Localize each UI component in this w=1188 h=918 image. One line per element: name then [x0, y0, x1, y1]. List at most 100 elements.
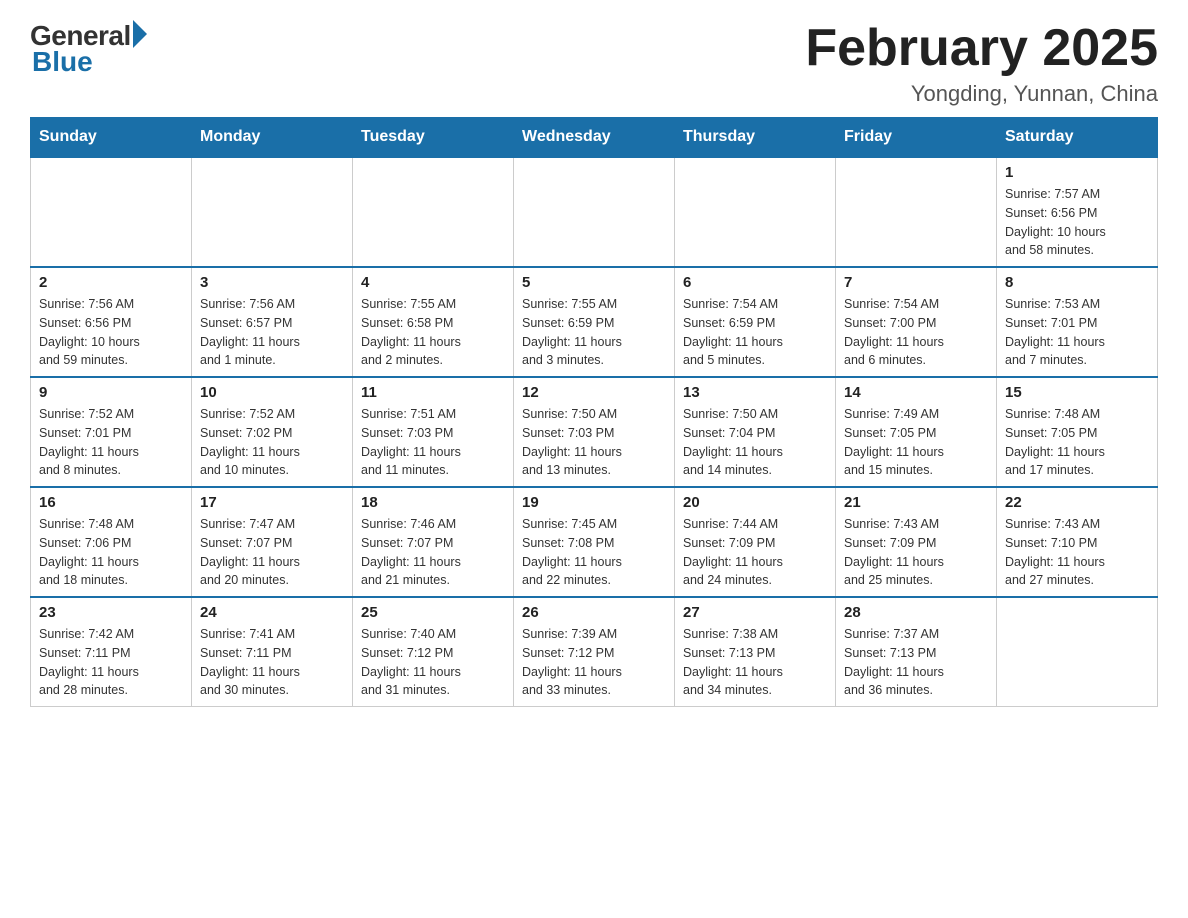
week-row-1: 1Sunrise: 7:57 AMSunset: 6:56 PMDaylight…: [31, 157, 1158, 267]
calendar-cell: 24 Sunrise: 7:41 AMSunset: 7:11 PMDayligh…: [192, 597, 353, 707]
day-number: 7: [844, 274, 988, 291]
calendar-cell: 23 Sunrise: 7:42 AMSunset: 7:11 PMDayligh…: [31, 597, 192, 707]
day-number: 23: [39, 604, 183, 621]
weekday-header-monday: Monday: [192, 118, 353, 158]
calendar-cell: 7 Sunrise: 7:54 AMSunset: 7:00 PMDaylight…: [836, 267, 997, 377]
calendar-cell: [514, 157, 675, 267]
weekday-header-friday: Friday: [836, 118, 997, 158]
calendar-cell: 25 Sunrise: 7:40 AMSunset: 7:12 PMDayligh…: [353, 597, 514, 707]
calendar-cell: 11 Sunrise: 7:51 AMSunset: 7:03 PMDayligh…: [353, 377, 514, 487]
day-info: Sunrise: 7:44 AMSunset: 7:09 PMDaylight:…: [683, 515, 827, 590]
day-info: Sunrise: 7:52 AMSunset: 7:01 PMDaylight:…: [39, 405, 183, 480]
calendar-cell: 13 Sunrise: 7:50 AMSunset: 7:04 PMDayligh…: [675, 377, 836, 487]
day-number: 19: [522, 494, 666, 511]
day-info: Sunrise: 7:50 AMSunset: 7:04 PMDaylight:…: [683, 405, 827, 480]
calendar-cell: 1Sunrise: 7:57 AMSunset: 6:56 PMDaylight…: [997, 157, 1158, 267]
day-info: Sunrise: 7:56 AMSunset: 6:56 PMDaylight:…: [39, 295, 183, 370]
day-info: Sunrise: 7:52 AMSunset: 7:02 PMDaylight:…: [200, 405, 344, 480]
day-number: 22: [1005, 494, 1149, 511]
day-number: 3: [200, 274, 344, 291]
calendar-cell: [192, 157, 353, 267]
day-number: 24: [200, 604, 344, 621]
day-number: 4: [361, 274, 505, 291]
weekday-header-saturday: Saturday: [997, 118, 1158, 158]
day-number: 13: [683, 384, 827, 401]
calendar-cell: 27 Sunrise: 7:38 AMSunset: 7:13 PMDayligh…: [675, 597, 836, 707]
day-info: Sunrise: 7:57 AMSunset: 6:56 PMDaylight:…: [1005, 185, 1149, 260]
calendar-cell: [353, 157, 514, 267]
calendar-cell: 17 Sunrise: 7:47 AMSunset: 7:07 PMDayligh…: [192, 487, 353, 597]
day-number: 28: [844, 604, 988, 621]
calendar-cell: [836, 157, 997, 267]
week-row-4: 16 Sunrise: 7:48 AMSunset: 7:06 PMDayligh…: [31, 487, 1158, 597]
calendar-cell: 22 Sunrise: 7:43 AMSunset: 7:10 PMDayligh…: [997, 487, 1158, 597]
calendar-cell: 5Sunrise: 7:55 AMSunset: 6:59 PMDaylight…: [514, 267, 675, 377]
calendar-cell: 6 Sunrise: 7:54 AMSunset: 6:59 PMDaylight…: [675, 267, 836, 377]
day-info: Sunrise: 7:54 AMSunset: 6:59 PMDaylight:…: [683, 295, 827, 370]
day-number: 5: [522, 274, 666, 291]
calendar-cell: 26Sunrise: 7:39 AMSunset: 7:12 PMDayligh…: [514, 597, 675, 707]
calendar-title: February 2025: [805, 20, 1158, 77]
day-info: Sunrise: 7:53 AMSunset: 7:01 PMDaylight:…: [1005, 295, 1149, 370]
day-number: 27: [683, 604, 827, 621]
day-info: Sunrise: 7:55 AMSunset: 6:58 PMDaylight:…: [361, 295, 505, 370]
day-info: Sunrise: 7:49 AMSunset: 7:05 PMDaylight:…: [844, 405, 988, 480]
day-info: Sunrise: 7:54 AMSunset: 7:00 PMDaylight:…: [844, 295, 988, 370]
weekday-header-row: SundayMondayTuesdayWednesdayThursdayFrid…: [31, 118, 1158, 158]
day-number: 11: [361, 384, 505, 401]
logo-blue-text: Blue: [32, 46, 93, 78]
day-info: Sunrise: 7:51 AMSunset: 7:03 PMDaylight:…: [361, 405, 505, 480]
calendar-subtitle: Yongding, Yunnan, China: [805, 81, 1158, 107]
day-info: Sunrise: 7:46 AMSunset: 7:07 PMDaylight:…: [361, 515, 505, 590]
calendar-cell: 4 Sunrise: 7:55 AMSunset: 6:58 PMDaylight…: [353, 267, 514, 377]
day-info: Sunrise: 7:47 AMSunset: 7:07 PMDaylight:…: [200, 515, 344, 590]
day-number: 17: [200, 494, 344, 511]
weekday-header-sunday: Sunday: [31, 118, 192, 158]
day-number: 15: [1005, 384, 1149, 401]
day-number: 18: [361, 494, 505, 511]
day-number: 26: [522, 604, 666, 621]
day-info: Sunrise: 7:37 AMSunset: 7:13 PMDaylight:…: [844, 625, 988, 700]
day-number: 16: [39, 494, 183, 511]
calendar-cell: 3 Sunrise: 7:56 AMSunset: 6:57 PMDaylight…: [192, 267, 353, 377]
week-row-2: 2 Sunrise: 7:56 AMSunset: 6:56 PMDaylight…: [31, 267, 1158, 377]
calendar-cell: [31, 157, 192, 267]
logo: General Blue: [30, 20, 147, 78]
calendar-table: SundayMondayTuesdayWednesdayThursdayFrid…: [30, 117, 1158, 707]
week-row-3: 9 Sunrise: 7:52 AMSunset: 7:01 PMDaylight…: [31, 377, 1158, 487]
day-info: Sunrise: 7:43 AMSunset: 7:09 PMDaylight:…: [844, 515, 988, 590]
day-info: Sunrise: 7:48 AMSunset: 7:06 PMDaylight:…: [39, 515, 183, 590]
calendar-cell: [675, 157, 836, 267]
day-number: 9: [39, 384, 183, 401]
calendar-cell: [997, 597, 1158, 707]
day-info: Sunrise: 7:48 AMSunset: 7:05 PMDaylight:…: [1005, 405, 1149, 480]
calendar-cell: 2 Sunrise: 7:56 AMSunset: 6:56 PMDaylight…: [31, 267, 192, 377]
calendar-cell: 10Sunrise: 7:52 AMSunset: 7:02 PMDayligh…: [192, 377, 353, 487]
day-info: Sunrise: 7:42 AMSunset: 7:11 PMDaylight:…: [39, 625, 183, 700]
weekday-header-thursday: Thursday: [675, 118, 836, 158]
day-info: Sunrise: 7:40 AMSunset: 7:12 PMDaylight:…: [361, 625, 505, 700]
day-info: Sunrise: 7:38 AMSunset: 7:13 PMDaylight:…: [683, 625, 827, 700]
logo-arrow-icon: [133, 20, 147, 48]
day-number: 12: [522, 384, 666, 401]
weekday-header-tuesday: Tuesday: [353, 118, 514, 158]
day-number: 6: [683, 274, 827, 291]
page-header: General Blue February 2025 Yongding, Yun…: [30, 20, 1158, 107]
calendar-cell: 21Sunrise: 7:43 AMSunset: 7:09 PMDayligh…: [836, 487, 997, 597]
day-info: Sunrise: 7:43 AMSunset: 7:10 PMDaylight:…: [1005, 515, 1149, 590]
day-info: Sunrise: 7:56 AMSunset: 6:57 PMDaylight:…: [200, 295, 344, 370]
day-number: 20: [683, 494, 827, 511]
calendar-cell: 16 Sunrise: 7:48 AMSunset: 7:06 PMDayligh…: [31, 487, 192, 597]
calendar-cell: 20 Sunrise: 7:44 AMSunset: 7:09 PMDayligh…: [675, 487, 836, 597]
calendar-cell: 15 Sunrise: 7:48 AMSunset: 7:05 PMDayligh…: [997, 377, 1158, 487]
calendar-cell: 18 Sunrise: 7:46 AMSunset: 7:07 PMDayligh…: [353, 487, 514, 597]
calendar-cell: 14Sunrise: 7:49 AMSunset: 7:05 PMDayligh…: [836, 377, 997, 487]
day-number: 2: [39, 274, 183, 291]
day-number: 8: [1005, 274, 1149, 291]
calendar-cell: 12 Sunrise: 7:50 AMSunset: 7:03 PMDayligh…: [514, 377, 675, 487]
day-info: Sunrise: 7:45 AMSunset: 7:08 PMDaylight:…: [522, 515, 666, 590]
day-info: Sunrise: 7:50 AMSunset: 7:03 PMDaylight:…: [522, 405, 666, 480]
day-number: 25: [361, 604, 505, 621]
day-info: Sunrise: 7:41 AMSunset: 7:11 PMDaylight:…: [200, 625, 344, 700]
title-section: February 2025 Yongding, Yunnan, China: [805, 20, 1158, 107]
